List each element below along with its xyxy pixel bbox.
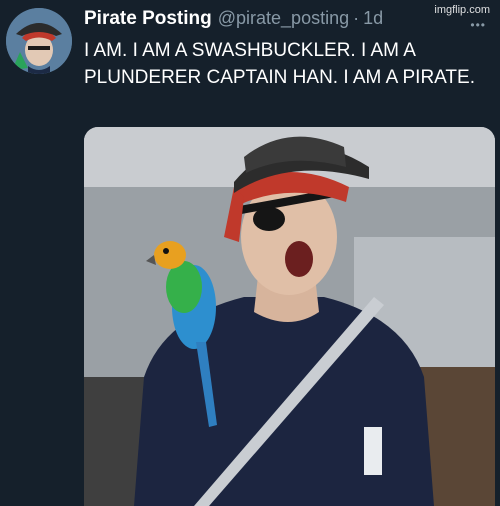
tweet: Pirate Posting @pirate_posting · 1d imgf…	[0, 0, 500, 506]
profile-avatar[interactable]	[6, 8, 72, 74]
pirate-avatar-icon	[6, 8, 72, 74]
tweet-timestamp[interactable]: 1d	[363, 8, 383, 29]
display-name[interactable]: Pirate Posting	[84, 8, 212, 30]
separator-dot: ·	[353, 8, 360, 28]
imgflip-watermark: imgflip.com	[434, 4, 490, 16]
pirate-doctor-meme-photo-icon	[84, 127, 495, 506]
more-options-icon[interactable]: •••	[470, 18, 486, 32]
tweet-text: I AM. I AM A SWASHBUCKLER. I AM A PLUNDE…	[84, 40, 475, 88]
tweet-media[interactable]	[84, 127, 495, 506]
user-handle[interactable]: @pirate_posting	[218, 8, 349, 29]
tweet-header: Pirate Posting @pirate_posting · 1d	[84, 8, 383, 32]
